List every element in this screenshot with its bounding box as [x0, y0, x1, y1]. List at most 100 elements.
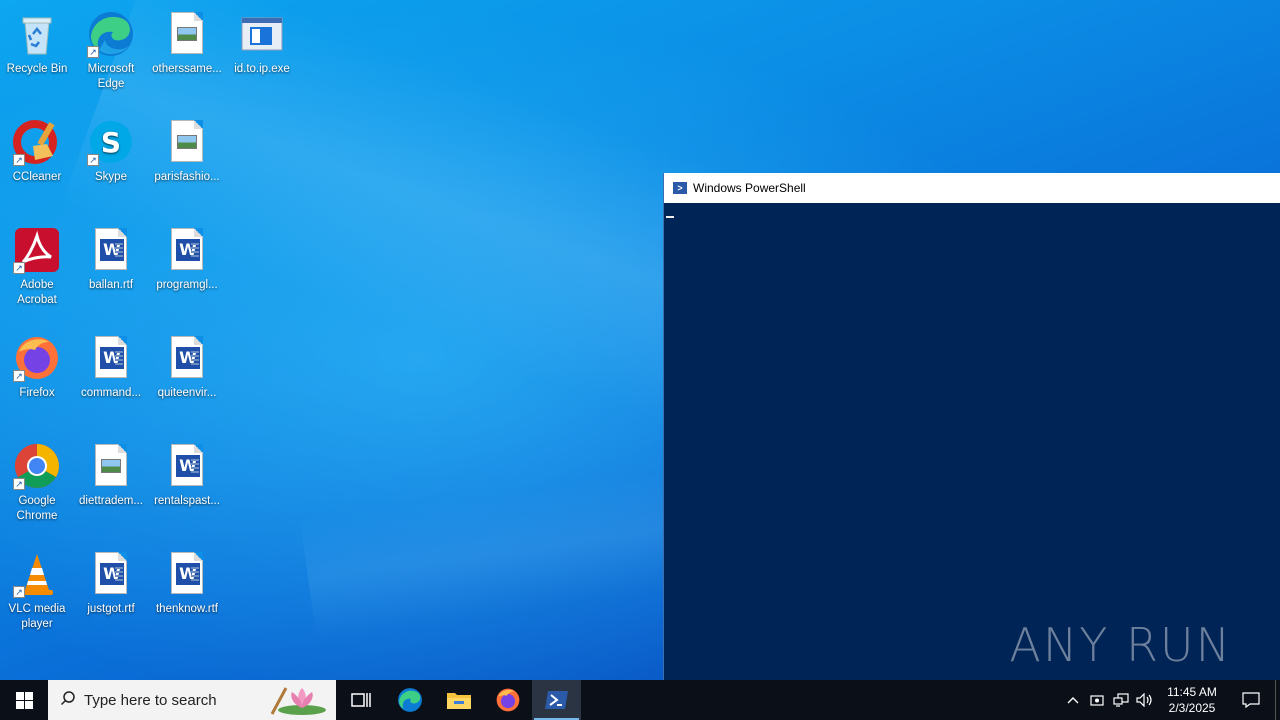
tray-app-icon[interactable]: [1085, 680, 1109, 720]
desktop-icon-label: quiteenvir...: [157, 387, 217, 399]
shortcut-arrow-icon: ↗: [13, 478, 25, 490]
desktop-icon-label: Recycle Bin: [6, 63, 68, 75]
desktop-icon-quiteenvir-file[interactable]: W quiteenvir...: [150, 328, 224, 432]
image-document-icon: [163, 10, 211, 58]
speaker-icon: [1136, 693, 1152, 707]
system-tray: 11:45 AM 2/3/2025: [1061, 680, 1280, 720]
powershell-titlebar[interactable]: > Windows PowerShell: [664, 173, 1280, 203]
vlc-cone-icon: ↗: [13, 550, 61, 598]
network-icon: [1113, 693, 1129, 707]
taskbar-clock[interactable]: 11:45 AM 2/3/2025: [1157, 684, 1227, 716]
clock-date: 2/3/2025: [1168, 701, 1216, 715]
search-icon: [60, 690, 76, 710]
taskbar-file-explorer-button[interactable]: [434, 680, 483, 720]
desktop-icon-label: Skype: [95, 171, 127, 183]
meet-now-icon: [1090, 695, 1104, 706]
powershell-icon: [544, 691, 568, 709]
taskbar-search-box[interactable]: Type here to search: [48, 680, 336, 720]
desktop-icon-label: id.to.ip.exe: [234, 63, 290, 75]
desktop-icon-label: justgot.rtf: [87, 603, 135, 615]
desktop-icon-rentalspast-file[interactable]: W rentalspast...: [150, 436, 224, 540]
desktop-icon-otherssame-file[interactable]: otherssame...: [150, 4, 224, 108]
desktop-icon-diettradem-file[interactable]: diettradem...: [74, 436, 148, 540]
shortcut-arrow-icon: ↗: [13, 262, 25, 274]
action-center-button[interactable]: [1227, 680, 1275, 720]
desktop-icon-parisfashio-file[interactable]: parisfashio...: [150, 112, 224, 216]
anyrun-watermark: ANY RUN: [1009, 618, 1232, 672]
svg-text:S: S: [101, 126, 121, 159]
desktop-icon-label: Adobe Acrobat: [17, 279, 57, 306]
executable-window-icon: [238, 10, 286, 58]
desktop-icon-id-to-ip-exe[interactable]: id.to.ip.exe: [225, 4, 299, 108]
window-title: Windows PowerShell: [693, 181, 806, 195]
shortcut-arrow-icon: ↗: [13, 370, 25, 382]
folder-icon: [446, 693, 471, 709]
shortcut-arrow-icon: ↗: [87, 46, 99, 58]
desktop-icon-adobe-acrobat[interactable]: ↗ Adobe Acrobat: [0, 220, 74, 324]
search-highlight-lotus-icon: [262, 684, 330, 720]
desktop-icon-label: CCleaner: [12, 171, 62, 183]
desktop-icon-programgl-file[interactable]: W programgl...: [150, 220, 224, 324]
word-document-icon: W: [87, 226, 135, 274]
word-document-icon: W: [163, 226, 211, 274]
firefox-icon: [496, 688, 519, 712]
image-document-icon: [87, 442, 135, 490]
ccleaner-icon: ↗: [13, 118, 61, 166]
task-view-button[interactable]: [336, 680, 385, 720]
clock-time: 11:45 AM: [1167, 685, 1217, 699]
start-button[interactable]: [0, 680, 48, 720]
desktop-icon-label: otherssame...: [152, 63, 222, 75]
desktop-icon-label: programgl...: [156, 279, 218, 291]
desktop-icon-microsoft-edge[interactable]: ↗ Microsoft Edge: [74, 4, 148, 108]
volume-button[interactable]: [1133, 680, 1157, 720]
desktop-icon-label: command...: [80, 387, 142, 399]
desktop-icon-thenknow-rtf[interactable]: W thenknow.rtf: [150, 544, 224, 648]
desktop-icon-label: thenknow.rtf: [155, 603, 218, 615]
network-button[interactable]: [1109, 680, 1133, 720]
task-view-icon: [350, 693, 371, 707]
desktop-icon-google-chrome[interactable]: ↗ Google Chrome: [0, 436, 74, 540]
word-document-icon: W: [163, 550, 211, 598]
desktop-icon-ballan-rtf[interactable]: W ballan.rtf: [74, 220, 148, 324]
desktop-icon-vlc-media-player[interactable]: ↗ VLC media player: [0, 544, 74, 648]
search-placeholder: Type here to search: [84, 691, 217, 709]
desktop-icon-ccleaner[interactable]: ↗ CCleaner: [0, 112, 74, 216]
windows-logo-icon: [15, 691, 33, 709]
desktop-icon-label: Google Chrome: [16, 495, 58, 522]
word-document-icon: W: [163, 442, 211, 490]
desktop-icon-label: Microsoft Edge: [87, 63, 135, 90]
skype-icon: S ↗: [87, 118, 135, 166]
recycle-bin-icon: [13, 10, 61, 58]
shortcut-arrow-icon: ↗: [13, 586, 25, 598]
show-desktop-button[interactable]: [1275, 680, 1280, 720]
powershell-window[interactable]: > Windows PowerShell ANY RUN: [663, 173, 1280, 680]
taskbar: Type here to search 11:45 AM 2/3/2025: [0, 680, 1280, 720]
taskbar-edge-button[interactable]: [385, 680, 434, 720]
desktop-icon-recycle-bin[interactable]: Recycle Bin: [0, 4, 74, 108]
chevron-up-icon: [1067, 697, 1079, 704]
taskbar-powershell-button[interactable]: [532, 680, 581, 720]
desktop-icon-label: VLC media player: [8, 603, 66, 630]
show-hidden-icons-button[interactable]: [1061, 680, 1085, 720]
word-document-icon: W: [163, 334, 211, 382]
adobe-acrobat-icon: ↗: [13, 226, 61, 274]
desktop-icon-justgot-rtf[interactable]: W justgot.rtf: [74, 544, 148, 648]
taskbar-firefox-button[interactable]: [483, 680, 532, 720]
desktop-icon-label: rentalspast...: [154, 495, 220, 507]
desktop-icon-label: Firefox: [19, 387, 55, 399]
console-cursor: [666, 216, 674, 218]
notification-icon: [1242, 692, 1260, 708]
desktop-icon-command-file[interactable]: W command...: [74, 328, 148, 432]
microsoft-edge-icon: [397, 688, 422, 712]
image-document-icon: [163, 118, 211, 166]
google-chrome-icon: ↗: [13, 442, 61, 490]
firefox-icon: ↗: [13, 334, 61, 382]
desktop-icon-label: parisfashio...: [154, 171, 220, 183]
desktop-icon-firefox[interactable]: ↗ Firefox: [0, 328, 74, 432]
desktop-icon-skype[interactable]: S ↗ Skype: [74, 112, 148, 216]
word-document-icon: W: [87, 334, 135, 382]
shortcut-arrow-icon: ↗: [87, 154, 99, 166]
word-document-icon: W: [87, 550, 135, 598]
desktop-icon-label: diettradem...: [79, 495, 143, 507]
powershell-icon: >: [673, 182, 687, 194]
